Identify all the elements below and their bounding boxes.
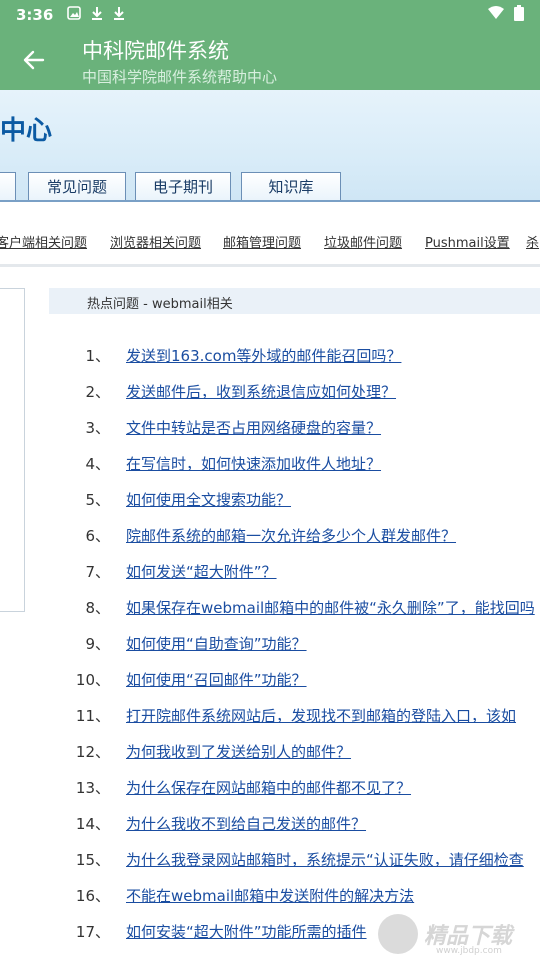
faq-link[interactable]: 打开院邮件系统网站后，发现找不到邮箱的登陆入口，该如 [126, 705, 516, 726]
app-bar: 中科院邮件系统 中国科学院邮件系统帮助中心 [0, 30, 540, 90]
faq-link[interactable]: 在写信时，如何快速添加收件人地址？ [126, 453, 381, 474]
faq-link[interactable]: 如何发送“超大附件”？ [126, 561, 277, 582]
faq-link[interactable]: 为何我收到了发送给别人的邮件？ [126, 741, 351, 762]
tab-knowledge-base[interactable]: 知识库 [241, 172, 341, 200]
faq-link[interactable]: 院邮件系统的邮箱一次允许给多少个人群发邮件？ [126, 525, 456, 546]
subnav-pushmail[interactable]: Pushmail设置 [425, 232, 510, 251]
app-title: 中科院邮件系统 [82, 39, 229, 63]
faq-link[interactable]: 如何使用全文搜索功能？ [126, 489, 291, 510]
status-bar: 3:36 [0, 0, 540, 30]
section-title: 热点问题 - webmail相关 [87, 297, 233, 312]
sub-navigation: 客户端相关问题 浏览器相关问题 邮箱管理问题 垃圾邮件问题 Pushmail设置… [0, 226, 540, 256]
subnav-more[interactable]: 杀 [526, 232, 539, 251]
list-item: 14、 为什么我收不到给自己发送的邮件？ [75, 813, 367, 834]
list-item: 9、 如何使用“自助查询”功能？ [85, 633, 307, 654]
list-item: 3、 文件中转站是否占用网络硬盘的容量？ [85, 417, 382, 438]
download-icon [91, 6, 103, 24]
download-icon [113, 6, 125, 24]
faq-link[interactable]: 如果保存在webmail邮箱中的邮件被“永久删除”了，能找回吗 [126, 597, 535, 618]
list-item: 5、 如何使用全文搜索功能？ [85, 489, 292, 510]
wifi-icon [488, 6, 504, 24]
subnav-spam[interactable]: 垃圾邮件问题 [324, 232, 402, 251]
list-item: 16、 不能在webmail邮箱中发送附件的解决方法 [75, 885, 415, 906]
tab-home[interactable] [0, 172, 16, 200]
banner-title: 中心 [0, 116, 53, 146]
subnav-client[interactable]: 客户端相关问题 [0, 232, 87, 251]
subnav-browser[interactable]: 浏览器相关问题 [110, 232, 201, 251]
list-item: 11、 打开院邮件系统网站后，发现找不到邮箱的登陆入口，该如 [75, 705, 517, 726]
subnav-mailbox[interactable]: 邮箱管理问题 [223, 232, 301, 251]
list-item: 13、 为什么保存在网站邮箱中的邮件都不见了？ [75, 777, 412, 798]
gallery-icon [67, 6, 82, 24]
faq-link[interactable]: 如何使用“自助查询”功能？ [126, 633, 307, 654]
list-item: 15、 为什么我登录网站邮箱时，系统提示“认证失败，请仔细检查 [75, 849, 524, 870]
watermark-url: www.jbdp.com [436, 946, 502, 956]
battery-icon [514, 5, 524, 25]
tab-ejournal[interactable]: 电子期刊 [135, 172, 231, 200]
faq-link[interactable]: 为什么保存在网站邮箱中的邮件都不见了？ [126, 777, 411, 798]
list-item: 10、 如何使用“召回邮件”功能？ [75, 669, 307, 690]
watermark: 精品下载 www.jbdp.com [378, 912, 538, 958]
tab-bar: 常见问题 电子期刊 知识库 [0, 172, 540, 200]
faq-link[interactable]: 如何使用“召回邮件”功能？ [126, 669, 307, 690]
faq-link[interactable]: 为什么我收不到给自己发送的邮件？ [126, 813, 366, 834]
list-item: 12、 为何我收到了发送给别人的邮件？ [75, 741, 352, 762]
faq-link[interactable]: 如何安装“超大附件”功能所需的插件 [126, 921, 367, 942]
list-item: 8、 如果保存在webmail邮箱中的邮件被“永久删除”了，能找回吗 [85, 597, 535, 618]
faq-link[interactable]: 不能在webmail邮箱中发送附件的解决方法 [126, 885, 414, 906]
list-item: 4、 在写信时，如何快速添加收件人地址？ [85, 453, 382, 474]
faq-link[interactable]: 发送邮件后，收到系统退信应如何处理？ [126, 381, 396, 402]
list-item: 7、 如何发送“超大附件”？ [85, 561, 277, 582]
list-item: 1、 发送到163.com等外域的邮件能召回吗？ [85, 345, 402, 366]
faq-link[interactable]: 为什么我登录网站邮箱时，系统提示“认证失败，请仔细检查 [126, 849, 524, 870]
tab-underline [0, 200, 540, 202]
app-subtitle: 中国科学院邮件系统帮助中心 [82, 68, 278, 86]
faq-link[interactable]: 文件中转站是否占用网络硬盘的容量？ [126, 417, 381, 438]
list-item: 2、 发送邮件后，收到系统退信应如何处理？ [85, 381, 397, 402]
section-header: 热点问题 - webmail相关 [49, 288, 540, 314]
divider [0, 264, 540, 267]
back-arrow-icon[interactable] [18, 44, 50, 76]
status-time: 3:36 [16, 6, 54, 24]
list-item: 6、 院邮件系统的邮箱一次允许给多少个人群发邮件？ [85, 525, 457, 546]
watermark-logo-icon [378, 914, 418, 954]
faq-link[interactable]: 发送到163.com等外域的邮件能召回吗？ [126, 345, 401, 366]
tab-faq[interactable]: 常见问题 [28, 172, 126, 200]
